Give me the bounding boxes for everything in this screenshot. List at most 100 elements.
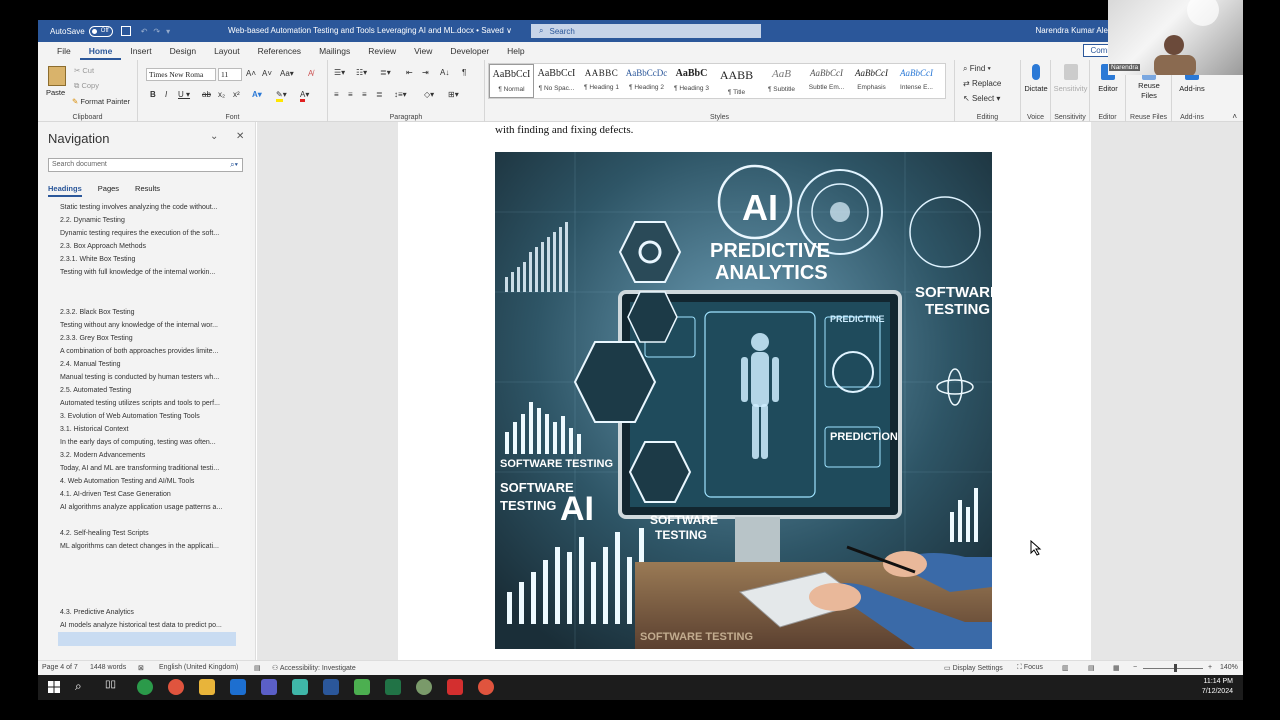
increase-indent-icon[interactable]: ⇥ [422,68,429,77]
line-spacing-icon[interactable]: ↕≡▾ [394,90,407,99]
shrink-font-icon[interactable]: A˅ [262,69,272,78]
nav-heading-item[interactable]: 2.3.3. Grey Box Testing [60,335,133,342]
style-item[interactable]: AaBbCcI Emphasis [849,64,894,98]
focus-button[interactable]: ⛶ Focus [1017,664,1043,672]
nav-heading-item[interactable]: 3. Evolution of Web Automation Testing T… [60,413,200,420]
tab-design[interactable]: Design [161,42,205,60]
style-item[interactable]: AaBbCcDc ¶ Heading 2 [624,64,669,98]
numbering-icon[interactable]: ☷▾ [356,68,367,77]
superscript-icon[interactable]: x² [233,90,240,99]
zoom-slider[interactable] [1143,668,1203,669]
nav-heading-item[interactable]: 4.3. Predictive Analytics [60,609,134,616]
tab-layout[interactable]: Layout [205,42,249,60]
select-button[interactable]: ↖ Select ▾ [963,94,1000,103]
user-name[interactable]: Narendra Kumar Ale [1036,26,1108,35]
nav-heading-item[interactable]: 2.2. Dynamic Testing [60,217,125,224]
ai-software-testing-image[interactable]: AI PREDICTIVE ANALYTICS SOFTWARE TESTING… [495,152,992,649]
nav-tab-pages[interactable]: Pages [98,184,119,197]
copy-button[interactable]: ⧉ Copy [74,81,99,91]
tab-home[interactable]: Home [79,42,122,60]
chevron-down-icon[interactable]: ⌄ [210,131,218,142]
zoom-level[interactable]: 140% [1220,664,1238,671]
word-count[interactable]: 1448 words [90,664,126,671]
shading-icon[interactable]: ◇▾ [424,90,434,99]
file-explorer-icon[interactable] [199,679,215,695]
nav-heading-item[interactable]: Automated testing utilizes scripts and t… [60,400,220,407]
tab-help[interactable]: Help [498,42,533,60]
teams-icon[interactable] [261,679,277,695]
tab-mailings[interactable]: Mailings [310,42,359,60]
format-painter-button[interactable]: ✎ Format Painter [72,97,130,106]
justify-icon[interactable]: ≣ [376,90,383,99]
find-button[interactable]: ⌕ Find ▾ [963,64,991,74]
close-icon[interactable]: ✕ [236,131,244,142]
align-left-icon[interactable]: ≡ [334,90,339,99]
task-view-icon[interactable]: ▯▯ [105,679,121,695]
app-icon-3[interactable] [478,679,494,695]
style-item[interactable]: AABBC ¶ Heading 1 [579,64,624,98]
nav-heading-item[interactable]: Today, AI and ML are transforming tradit… [60,465,219,472]
document-page[interactable]: with finding and fixing defects. AI PRED… [398,122,1091,660]
outlook-icon[interactable] [230,679,246,695]
nav-tab-results[interactable]: Results [135,184,160,197]
app-icon-2[interactable] [416,679,432,695]
italic-icon[interactable]: I [165,90,167,99]
print-layout-icon[interactable]: ▤ [1088,664,1095,672]
zoom-in-button[interactable]: + [1208,664,1212,671]
decrease-indent-icon[interactable]: ⇤ [406,68,413,77]
paste-button[interactable]: Paste [46,88,65,97]
proofing-icon[interactable]: ⊠ [138,664,144,672]
bullets-icon[interactable]: ☰▾ [334,68,345,77]
subscript-icon[interactable]: x₂ [218,90,225,99]
nav-heading-item[interactable]: Dynamic testing requires the execution o… [60,230,219,237]
read-mode-icon[interactable]: ▥ [1062,664,1069,672]
search-document-input[interactable]: Search document ⌕▾ [48,158,243,172]
dictate-button[interactable]: Dictate [1021,64,1051,93]
excel-icon[interactable] [385,679,401,695]
nav-heading-item[interactable]: 2.3.2. Black Box Testing [60,309,135,316]
cut-button[interactable]: ✂ Cut [74,66,94,75]
style-item[interactable]: AaBbCcI Subtle Em... [804,64,849,98]
style-item[interactable]: AaBbCcI Intense E... [894,64,939,98]
nav-heading-item[interactable]: Manual testing is conducted by human tes… [60,374,219,381]
tab-file[interactable]: File [48,42,80,60]
notepad-icon[interactable] [354,679,370,695]
save-icon[interactable] [120,26,131,36]
autosave[interactable]: AutoSave Off [50,25,113,37]
style-item[interactable]: AABB ¶ Title [714,64,759,98]
system-clock[interactable]: 11:14 PM 7/12/2024 [1202,677,1233,697]
zoom-out-button[interactable]: − [1133,664,1137,671]
change-case-icon[interactable]: Aa▾ [280,69,294,78]
bold-icon[interactable]: B [150,90,156,99]
nav-heading-item[interactable]: 2.3.1. White Box Testing [60,256,135,263]
clear-format-icon[interactable]: A̸ [308,69,313,78]
nav-heading-item[interactable]: Testing without any knowledge of the int… [60,322,218,329]
search-input[interactable]: ⌕ Search [531,24,761,38]
web-layout-icon[interactable]: ▦ [1113,664,1120,672]
word-icon[interactable] [323,679,339,695]
chrome-icon[interactable] [137,679,153,695]
tab-developer[interactable]: Developer [441,42,498,60]
tab-view[interactable]: View [405,42,441,60]
paste-icon[interactable] [48,66,66,86]
nav-heading-item[interactable]: Testing with full knowledge of the inter… [60,269,215,276]
zoom-slider-thumb[interactable] [1174,664,1177,672]
sort-icon[interactable]: A↓ [440,68,449,77]
style-item[interactable]: AaBbC ¶ Heading 3 [669,64,714,98]
nav-heading-item[interactable]: AI models analyze historical test data t… [60,622,222,629]
sensitivity-button[interactable]: Sensitivity [1051,64,1090,93]
style-item[interactable]: AaBbCcI ¶ Normal [489,64,534,98]
autosave-toggle[interactable]: Off [88,25,113,37]
nav-heading-item[interactable]: 2.5. Automated Testing [60,387,131,394]
nav-tab-headings[interactable]: Headings [48,184,82,197]
accessibility-status[interactable]: ⚇ Accessibility: Investigate [272,664,356,672]
multilevel-list-icon[interactable]: ≣▾ [380,68,391,77]
document-area[interactable]: with finding and fixing defects. AI PRED… [257,122,1243,660]
nav-heading-item[interactable]: 4.1. AI-driven Test Case Generation [60,491,171,498]
search-icon[interactable]: ⌕ [75,679,91,695]
style-item[interactable]: AaB ¶ Subtitle [759,64,804,98]
tab-references[interactable]: References [249,42,310,60]
style-item[interactable]: AaBbCcI ¶ No Spac... [534,64,579,98]
undo-redo-icons[interactable]: ↶↷▾ [141,27,176,36]
strikethrough-icon[interactable]: ab [202,90,211,99]
